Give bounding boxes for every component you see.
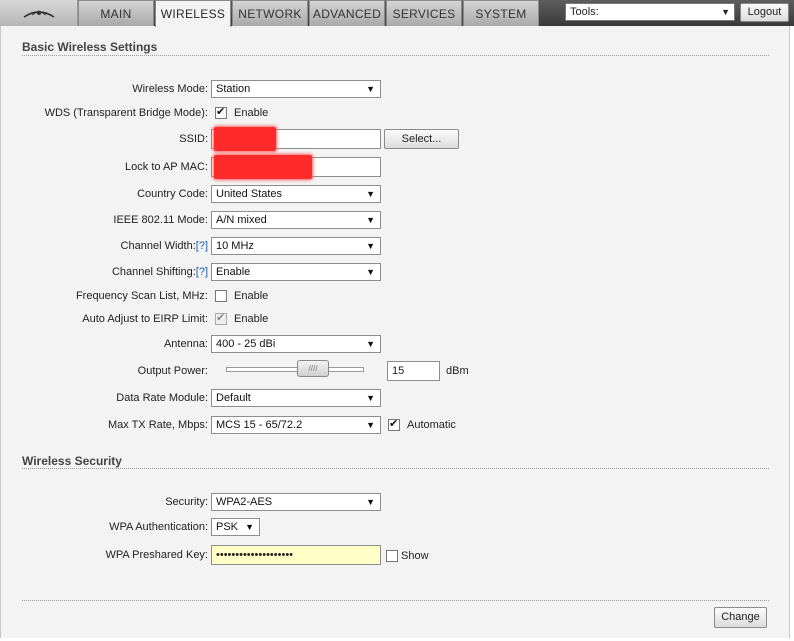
country-code-select[interactable]: United States ▼ — [211, 185, 381, 203]
chevron-down-icon: ▼ — [366, 215, 375, 225]
footer-divider — [22, 600, 769, 601]
security-label: Security: — [165, 496, 208, 508]
basic-wireless-title: Basic Wireless Settings — [22, 40, 158, 54]
max-tx-label: Max TX Rate, Mbps: — [107, 419, 208, 431]
freq-scan-checkbox[interactable] — [215, 290, 227, 302]
chevron-down-icon: ▼ — [366, 497, 375, 507]
tab-services[interactable]: SERVICES — [386, 0, 462, 26]
wireless-security-title: Wireless Security — [22, 454, 122, 468]
tab-network[interactable]: NETWORK — [232, 0, 308, 26]
chevron-down-icon: ▼ — [366, 393, 375, 403]
country-code-value: United States — [216, 188, 283, 200]
max-tx-automatic-checkbox[interactable] — [388, 417, 400, 431]
channel-shifting-label: Channel Shifting:[?] — [112, 266, 208, 278]
chevron-down-icon: ▼ — [366, 420, 375, 430]
channel-shifting-label-text: Channel Shifting: — [111, 266, 196, 278]
wds-enable-checkbox[interactable] — [215, 105, 227, 119]
auto-eirp-checkbox — [215, 311, 227, 325]
wpa-auth-label: WPA Authentication: — [109, 521, 208, 533]
chevron-down-icon: ▼ — [366, 189, 375, 199]
output-power-slider-track[interactable] — [226, 367, 364, 372]
channel-shifting-select[interactable]: Enable ▼ — [211, 263, 381, 281]
data-rate-value: Default — [216, 392, 251, 404]
tab-system[interactable]: SYSTEM — [463, 0, 539, 26]
antenna-select[interactable]: 400 - 25 dBi ▼ — [211, 335, 381, 353]
security-value: WPA2-AES — [216, 496, 273, 508]
freq-scan-label: Frequency Scan List, MHz: — [75, 290, 208, 302]
ubiquiti-logo[interactable] — [0, 0, 78, 26]
chevron-down-icon: ▼ — [245, 522, 254, 532]
country-code-label: Country Code: — [137, 188, 208, 200]
freq-scan-enable-label: Enable — [234, 290, 269, 302]
max-tx-automatic-label: Automatic — [407, 419, 456, 431]
chevron-down-icon: ▼ — [366, 339, 375, 349]
psk-show-checkbox[interactable] — [386, 550, 398, 562]
wds-enable-label: Enable — [234, 107, 269, 119]
channel-width-label-text: Channel Width: — [120, 240, 196, 252]
channel-shifting-help-link[interactable]: [?] — [196, 266, 208, 278]
tab-advanced[interactable]: ADVANCED — [309, 0, 385, 26]
tab-wireless[interactable]: WIRELESS — [155, 0, 231, 27]
channel-width-help-link[interactable]: [?] — [196, 240, 208, 252]
wireless-mode-value: Station — [216, 83, 251, 95]
max-tx-select[interactable]: MCS 15 - 65/72.2 ▼ — [211, 416, 381, 434]
tab-main[interactable]: MAIN — [78, 0, 154, 26]
change-button[interactable]: Change — [714, 607, 767, 628]
channel-width-select[interactable]: 10 MHz ▼ — [211, 237, 381, 255]
channel-width-value: 10 MHz — [216, 240, 254, 252]
wpa-psk-label: WPA Preshared Key: — [105, 549, 208, 561]
channel-width-label: Channel Width:[?] — [121, 240, 208, 252]
output-power-slider-thumb[interactable]: //// — [297, 360, 329, 377]
ieee-mode-label: IEEE 802.11 Mode: — [113, 214, 208, 226]
wds-label: WDS (Transparent Bridge Mode): — [44, 107, 208, 119]
ssid-label: SSID: — [179, 133, 208, 145]
wireless-mode-select[interactable]: Station ▼ — [211, 80, 381, 98]
data-rate-select[interactable]: Default ▼ — [211, 389, 381, 407]
max-tx-value: MCS 15 - 65/72.2 — [216, 419, 303, 431]
redacted-ssid — [214, 127, 276, 151]
wpa-auth-value: PSK — [216, 521, 239, 533]
ieee-mode-value: A/N mixed — [216, 214, 267, 226]
lock-ap-mac-label: Lock to AP MAC: — [125, 161, 208, 173]
chevron-down-icon: ▼ — [366, 84, 375, 94]
wpa-auth-select[interactable]: PSK ▼ — [211, 518, 260, 536]
ubiquiti-logo-icon — [23, 10, 55, 18]
antenna-label: Antenna: — [163, 338, 208, 350]
chevron-down-icon: ▼ — [721, 7, 730, 17]
ssid-select-button[interactable]: Select... — [384, 129, 459, 149]
antenna-value: 400 - 25 dBi — [216, 338, 276, 350]
ieee-mode-select[interactable]: A/N mixed ▼ — [211, 211, 381, 229]
security-select[interactable]: WPA2-AES ▼ — [211, 493, 381, 511]
psk-show-label: Show — [401, 550, 429, 562]
chevron-down-icon: ▼ — [366, 241, 375, 251]
logout-button[interactable]: Logout — [740, 3, 789, 22]
redacted-mac — [214, 155, 312, 179]
output-power-unit: dBm — [446, 365, 469, 377]
output-power-label: Output Power: — [137, 365, 208, 377]
top-nav-bar: MAIN WIRELESS NETWORK ADVANCED SERVICES … — [0, 0, 794, 27]
section-divider — [22, 468, 769, 469]
wireless-mode-label: Wireless Mode: — [132, 83, 208, 95]
channel-shifting-value: Enable — [216, 266, 251, 278]
data-rate-label: Data Rate Module: — [116, 392, 208, 404]
auto-eirp-label: Auto Adjust to EIRP Limit: — [82, 313, 208, 325]
tools-dropdown[interactable]: Tools: ▼ — [565, 3, 735, 21]
chevron-down-icon: ▼ — [366, 267, 375, 277]
auto-eirp-enable-label: Enable — [234, 313, 269, 325]
section-divider — [22, 55, 769, 56]
wpa-psk-input[interactable]: •••••••••••••••••••• — [211, 545, 381, 565]
output-power-input[interactable]: 15 — [387, 361, 440, 381]
tools-dropdown-value: Tools: — [570, 6, 599, 18]
